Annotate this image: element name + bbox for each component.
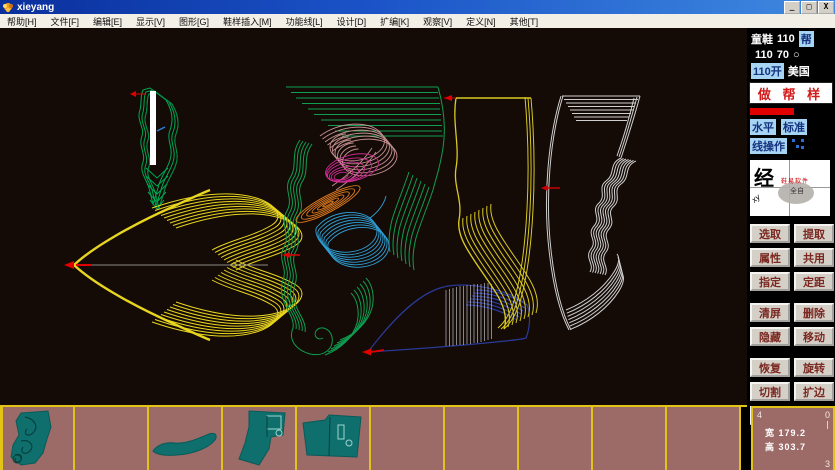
pattern-yellow-dart[interactable] — [64, 190, 302, 340]
design-canvas[interactable] — [0, 28, 747, 405]
app-flower-icon — [2, 2, 14, 13]
height-label: 高 — [765, 442, 775, 452]
thumbnail-empty-6[interactable] — [667, 407, 741, 470]
menu-design[interactable]: 设计[D] — [330, 15, 374, 28]
tool-button-grid: 选取 提取 属性 共用 指定 定距 清屏 删除 隐藏 移动 恢复 旋转 切割 扩… — [750, 224, 835, 425]
status-count-bottom: 3 — [825, 459, 830, 469]
menu-observe[interactable]: 观察[V] — [416, 15, 459, 28]
minimize-button[interactable]: _ — [784, 1, 800, 14]
open-size-chip[interactable]: 110开 — [751, 63, 784, 79]
height-value: 303.7 — [779, 442, 807, 452]
thumbnail-sole[interactable] — [149, 407, 223, 470]
application-window: xieyang _ □ X 帮助[H] 文件[F] 编辑[E] 显示[V] 图形… — [0, 0, 835, 470]
size-a-value: 110 — [777, 33, 795, 45]
thumbnail-empty-5[interactable] — [593, 407, 667, 470]
tool-share-button[interactable]: 共用 — [794, 248, 834, 267]
status-tick — [827, 421, 828, 429]
red-progress-bar — [750, 108, 794, 115]
pattern-orange-piece[interactable] — [292, 180, 363, 228]
width-value: 179.2 — [779, 428, 807, 438]
tool-select-button[interactable]: 选取 — [750, 224, 790, 243]
circle-icon: ○ — [793, 49, 800, 61]
restore-button[interactable]: □ — [801, 1, 817, 14]
menu-edit[interactable]: 编辑[E] — [86, 15, 129, 28]
tool-expand-edge-button[interactable]: 扩边 — [794, 382, 834, 401]
bang-chip[interactable]: 帮 — [799, 31, 814, 47]
line-operation-chip[interactable]: 线操作 — [750, 138, 787, 154]
dimension-status-panel: 4 0 宽 179.2 高 303.7 3 — [751, 406, 835, 470]
tool-delete-button[interactable]: 删除 — [794, 303, 834, 322]
menu-insert-pattern[interactable]: 鞋样插入[M] — [216, 15, 279, 28]
shoe-type-label: 童鞋 — [751, 31, 773, 47]
thumbnail-boot-upper[interactable] — [223, 407, 297, 470]
menu-view[interactable]: 显示[V] — [129, 15, 172, 28]
software-logo: 经 鞋易软件 全自 xy — [750, 160, 830, 216]
thumbnail-empty-3[interactable] — [445, 407, 519, 470]
logo-big-char: 经 — [754, 162, 774, 191]
tool-move-button[interactable]: 移动 — [794, 327, 834, 346]
horizontal-chip[interactable]: 水平 — [750, 119, 776, 135]
menu-bar: 帮助[H] 文件[F] 编辑[E] 显示[V] 图形[G] 鞋样插入[M] 功能… — [0, 14, 835, 28]
pattern-yellow-band[interactable] — [444, 95, 537, 329]
tool-rotate-button[interactable]: 旋转 — [794, 358, 834, 377]
pattern-navy-sole[interactable] — [362, 283, 530, 356]
status-count-left: 4 — [757, 410, 762, 420]
line-operation-icon — [792, 139, 804, 149]
pattern-thumbnail-strip — [0, 405, 747, 470]
status-count-right: 0 — [825, 410, 830, 420]
region-label: 美国 — [788, 63, 810, 79]
thumbnail-boot-swirl[interactable] — [0, 407, 75, 470]
menu-other[interactable]: 其他[T] — [503, 15, 546, 28]
size-b-value: 110 — [755, 49, 773, 61]
width-label: 宽 — [765, 428, 775, 438]
logo-sub-text: 全自 — [790, 186, 804, 196]
menu-define[interactable]: 定义[N] — [459, 15, 503, 28]
thumbnail-empty-2[interactable] — [371, 407, 445, 470]
thumbnail-empty-4[interactable] — [519, 407, 593, 470]
make-upper-pattern-button[interactable]: 做 帮 样 — [749, 82, 833, 104]
pattern-white-heel[interactable] — [541, 96, 640, 330]
tool-assign-button[interactable]: 指定 — [750, 272, 790, 291]
tool-hide-button[interactable]: 隐藏 — [750, 327, 790, 346]
logo-brand-text: 鞋易软件 — [781, 176, 809, 185]
tool-clear-button[interactable]: 清屏 — [750, 303, 790, 322]
window-title: xieyang — [17, 2, 54, 13]
size-c-value: 70 — [777, 49, 789, 61]
tool-distance-button[interactable]: 定距 — [794, 272, 834, 291]
logo-axis-letters: xy — [750, 192, 762, 204]
menu-file[interactable]: 文件[F] — [44, 15, 87, 28]
tool-cut-button[interactable]: 切割 — [750, 382, 790, 401]
menu-graphics[interactable]: 图形[G] — [172, 15, 216, 28]
menu-function-line[interactable]: 功能线[L] — [279, 15, 330, 28]
pattern-small-green-boot[interactable] — [130, 88, 178, 209]
sidebar: 童鞋 110 帮 110 70 ○ 110开 美国 做 帮 样 水平 标准 线操… — [747, 28, 835, 470]
standard-chip[interactable]: 标准 — [781, 119, 807, 135]
thumbnail-empty-1[interactable] — [75, 407, 149, 470]
thumbnail-heel-piece[interactable] — [297, 407, 371, 470]
title-bar[interactable]: xieyang _ □ X — [0, 0, 835, 14]
menu-help[interactable]: 帮助[H] — [0, 15, 44, 28]
tool-restore-button[interactable]: 恢复 — [750, 358, 790, 377]
close-button[interactable]: X — [818, 1, 834, 14]
menu-extend[interactable]: 扩编[K] — [373, 15, 416, 28]
tool-property-button[interactable]: 属性 — [750, 248, 790, 267]
tool-extract-button[interactable]: 提取 — [794, 224, 834, 243]
